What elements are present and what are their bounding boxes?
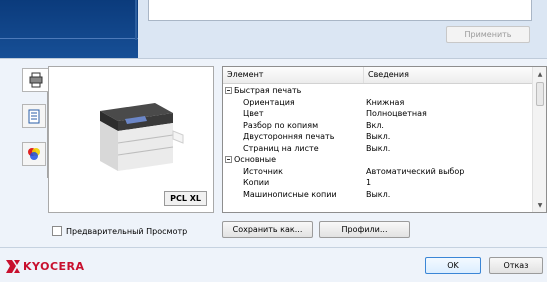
scroll-down-icon[interactable]: ▼: [533, 198, 546, 212]
row-name: Основные: [234, 155, 277, 164]
row-value: Выкл.: [366, 143, 391, 153]
tab-document[interactable]: [22, 104, 46, 128]
column-header-details[interactable]: Сведения: [364, 67, 533, 83]
kyocera-logo: KYOCERA: [6, 260, 85, 273]
tab-color[interactable]: [22, 142, 46, 166]
save-as-button[interactable]: Сохранить как...: [222, 221, 313, 238]
table-row[interactable]: Источник Автоматический выбор: [223, 166, 533, 178]
printer-image: [100, 103, 184, 171]
row-name: Источник: [243, 166, 283, 176]
table-row[interactable]: Машинописные копии Выкл.: [223, 189, 533, 201]
row-name: Цвет: [243, 109, 264, 118]
logo-text: KYOCERA: [23, 260, 85, 273]
vertical-scrollbar[interactable]: ▲ ▼: [532, 67, 546, 212]
row-value: Вкл.: [366, 120, 384, 130]
collapse-icon[interactable]: [225, 87, 232, 94]
tab-printer[interactable]: [22, 68, 49, 92]
row-value: 1: [366, 178, 372, 187]
row-value: [364, 154, 533, 166]
row-value: [364, 85, 533, 97]
kyocera-logo-icon: [6, 260, 20, 273]
row-name: Машинописные копии: [243, 189, 337, 199]
table-row[interactable]: Двусторонняя печать Выкл.: [223, 131, 533, 143]
preview-checkbox[interactable]: Предварительный Просмотр: [52, 226, 187, 236]
settings-table[interactable]: Элемент Сведения Быстрая печать Ориентац…: [222, 66, 547, 213]
ok-button[interactable]: OK: [425, 257, 481, 274]
printer-preview: PCL XL: [48, 66, 214, 213]
row-value: Книжная: [366, 97, 405, 107]
row-name: Копии: [243, 178, 270, 187]
column-header-element[interactable]: Элемент: [223, 67, 364, 83]
checkbox-box[interactable]: [52, 226, 62, 236]
printer-tab-icon: [29, 72, 43, 88]
row-name: Двусторонняя печать: [243, 132, 335, 141]
color-tab-icon: [28, 148, 40, 160]
table-rows: Быстрая печать Ориентация Книжная Цвет П…: [223, 85, 533, 200]
profiles-button[interactable]: Профили...: [319, 221, 410, 238]
row-value: Автоматический выбор: [366, 166, 465, 176]
pdl-badge: PCL XL: [164, 191, 207, 206]
row-name: Страниц на листе: [243, 143, 319, 153]
table-row-group[interactable]: Основные: [223, 154, 533, 166]
table-row[interactable]: Ориентация Книжная: [223, 97, 533, 109]
table-row[interactable]: Копии 1: [223, 177, 533, 189]
table-row[interactable]: Страниц на листе Выкл.: [223, 143, 533, 155]
table-row[interactable]: Разбор по копиям Вкл.: [223, 120, 533, 132]
row-value: Выкл.: [366, 189, 391, 199]
top-content-box: [148, 0, 532, 21]
table-header: Элемент Сведения: [223, 67, 533, 84]
header-divider: [0, 58, 547, 59]
document-tab-icon: [28, 109, 40, 123]
row-name: Ориентация: [243, 97, 295, 107]
table-row-group[interactable]: Быстрая печать: [223, 85, 533, 97]
scroll-thumb[interactable]: [536, 82, 544, 106]
scroll-up-icon[interactable]: ▲: [533, 67, 546, 81]
preview-checkbox-label: Предварительный Просмотр: [66, 226, 188, 236]
table-row[interactable]: Цвет Полноцветная: [223, 108, 533, 120]
cancel-button[interactable]: Отказ: [489, 257, 543, 274]
blue-panel-separator: [0, 38, 138, 39]
collapse-icon[interactable]: [225, 156, 232, 163]
sidebar-tabs: [18, 68, 49, 178]
row-name: Разбор по копиям: [243, 120, 319, 130]
blue-panel-divider: [135, 0, 137, 40]
apply-button[interactable]: Применить: [446, 26, 530, 43]
row-value: Полноцветная: [366, 109, 427, 118]
footer-divider: [0, 247, 547, 248]
row-name: Быстрая печать: [234, 86, 302, 95]
blue-header-panel: [0, 0, 138, 58]
row-value: Выкл.: [366, 132, 391, 141]
